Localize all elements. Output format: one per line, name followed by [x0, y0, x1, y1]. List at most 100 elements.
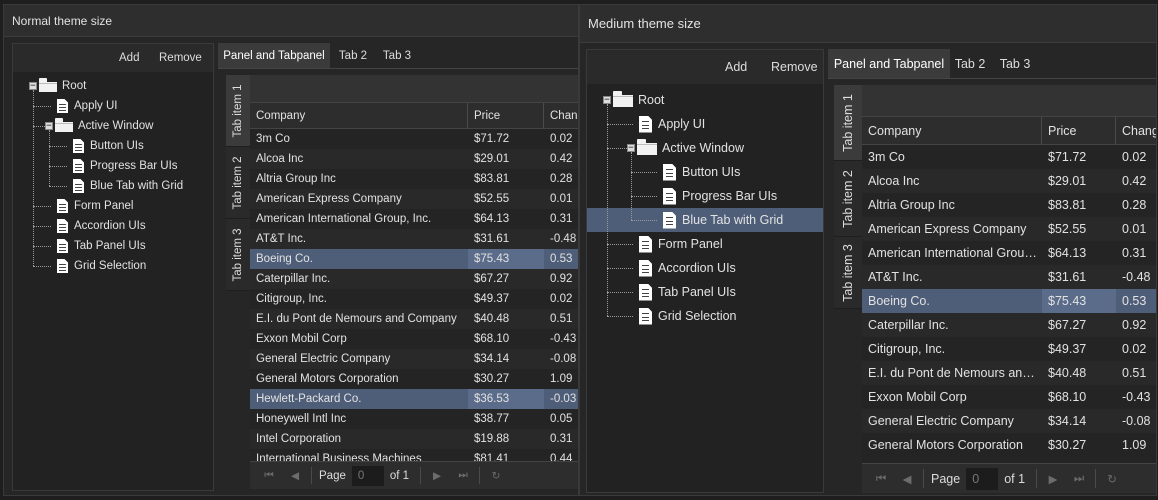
table-cell-price: $83.81: [1048, 198, 1087, 212]
tree-item[interactable]: Tab Panel UIs: [587, 280, 823, 304]
table-row[interactable]: 3m Co $71.72 0.02: [250, 129, 578, 149]
tree-item[interactable]: Tab Panel UIs: [13, 236, 213, 256]
next-page-icon[interactable]: ▶: [1040, 472, 1066, 486]
table-row[interactable]: General Electric Company $34.14 -0.08: [250, 349, 578, 369]
refresh-icon[interactable]: ↻: [1099, 472, 1125, 486]
table-row[interactable]: Intel Corporation $19.88 0.31: [250, 429, 578, 449]
first-page-icon[interactable]: ⏮: [868, 471, 894, 486]
table-row[interactable]: E.I. du Pont de Nemours and Company $40.4…: [862, 361, 1156, 385]
vertical-tab-2[interactable]: Tab item 2: [834, 161, 862, 237]
table-cell-price: $52.55: [1048, 222, 1087, 236]
tree-item[interactable]: Button UIs: [587, 160, 823, 184]
tab-strip: Panel and Tabpanel Tab 2 Tab 3: [218, 43, 578, 69]
refresh-icon[interactable]: ↻: [483, 470, 509, 482]
column-header-company[interactable]: Company: [862, 117, 1042, 144]
tab-panel-and-tabpanel[interactable]: Panel and Tabpanel: [218, 43, 330, 68]
tree-item[interactable]: Progress Bar UIs: [587, 184, 823, 208]
table-row[interactable]: American Express Company $52.55 0.01: [250, 189, 578, 209]
tree-collapse-toggle[interactable]: −: [627, 144, 635, 153]
table-row[interactable]: AT&T Inc. $31.61 -0.48: [862, 265, 1156, 289]
tree-item[interactable]: Grid Selection: [587, 304, 823, 328]
next-page-icon[interactable]: ▶: [424, 470, 450, 482]
pager-separator: [923, 469, 924, 488]
add-button[interactable]: Add: [725, 50, 747, 84]
tree-item[interactable]: Blue Tab with Grid: [13, 176, 213, 196]
tab-panel-and-tabpanel[interactable]: Panel and Tabpanel: [828, 49, 950, 78]
tree-collapse-toggle[interactable]: −: [603, 96, 611, 105]
column-header-change[interactable]: Change: [544, 103, 578, 128]
table-row[interactable]: Boeing Co. $75.43 0.53: [862, 289, 1156, 313]
table-cell-price: $31.61: [474, 233, 510, 245]
table-row[interactable]: General Motors Corporation $30.27 1.09: [862, 433, 1156, 457]
table-row[interactable]: E.I. du Pont de Nemours and Company $40.4…: [250, 309, 578, 329]
table-row[interactable]: Citigroup, Inc. $49.37 0.02: [862, 337, 1156, 361]
vertical-tab-2[interactable]: Tab item 2: [226, 147, 250, 219]
document-icon: [663, 211, 676, 229]
tree-item[interactable]: − Root: [587, 88, 823, 112]
vertical-tab-1[interactable]: Tab item 1: [226, 75, 250, 147]
table-row[interactable]: Boeing Co. $75.43 0.53: [250, 249, 578, 269]
table-row[interactable]: Citigroup, Inc. $49.37 0.02: [250, 289, 578, 309]
table-row[interactable]: Alcoa Inc $29.01 0.42: [250, 149, 578, 169]
column-header-change[interactable]: Change: [1116, 117, 1156, 144]
tree-item[interactable]: Accordion UIs: [587, 256, 823, 280]
last-page-icon[interactable]: ⏭: [450, 469, 476, 482]
tab-tab-2[interactable]: Tab 2: [950, 49, 990, 78]
table-row[interactable]: Caterpillar Inc. $67.27 0.92: [862, 313, 1156, 337]
add-button[interactable]: Add: [119, 44, 139, 72]
tab-tab-3[interactable]: Tab 3: [376, 43, 418, 68]
table-row[interactable]: General Electric Company $34.14 -0.08: [862, 409, 1156, 433]
remove-button[interactable]: Remove: [771, 50, 818, 84]
tree-connector: [631, 172, 657, 173]
table-row[interactable]: American International Group, Inc. $64.13…: [250, 209, 578, 229]
page-number-input[interactable]: [351, 465, 384, 486]
table-row[interactable]: Caterpillar Inc. $67.27 0.92: [250, 269, 578, 289]
vertical-tab-1[interactable]: Tab item 1: [834, 85, 862, 161]
prev-page-icon[interactable]: ◀: [894, 472, 920, 486]
tree-item[interactable]: Progress Bar UIs: [13, 156, 213, 176]
tree-item-label: Form Panel: [74, 200, 134, 212]
table-row[interactable]: American Express Company $52.55 0.01: [862, 217, 1156, 241]
vertical-tab-3[interactable]: Tab item 3: [226, 219, 250, 291]
tree-item[interactable]: Grid Selection: [13, 256, 213, 276]
tree-item[interactable]: Form Panel: [13, 196, 213, 216]
table-row[interactable]: AT&T Inc. $31.61 -0.48: [250, 229, 578, 249]
last-page-icon[interactable]: ⏭: [1066, 471, 1092, 486]
tree-view: − Root Apply UI − Active Window Button UIs Pro…: [587, 84, 823, 492]
column-header-price[interactable]: Price: [468, 103, 544, 128]
tree-item[interactable]: Button UIs: [13, 136, 213, 156]
vertical-tab-label: Tab item 3: [232, 227, 244, 282]
table-row[interactable]: Honeywell Intl Inc $38.77 0.05: [250, 409, 578, 429]
column-header-price[interactable]: Price: [1042, 117, 1116, 144]
table-row[interactable]: General Motors Corporation $30.27 1.09: [250, 369, 578, 389]
table-cell-price: $34.14: [474, 353, 510, 365]
tree-item[interactable]: Form Panel: [587, 232, 823, 256]
table-row[interactable]: Hewlett-Packard Co. $36.53 -0.03: [250, 389, 578, 409]
vertical-tab-3[interactable]: Tab item 3: [834, 237, 862, 309]
first-page-icon[interactable]: ⏮: [256, 469, 282, 482]
table-row[interactable]: Exxon Mobil Corp $68.10 -0.43: [862, 385, 1156, 409]
page-number-input[interactable]: [966, 467, 999, 490]
tree-item[interactable]: − Active Window: [13, 116, 213, 136]
table-row[interactable]: Exxon Mobil Corp $68.10 -0.43: [250, 329, 578, 349]
tab-tab-2[interactable]: Tab 2: [330, 43, 376, 68]
remove-button[interactable]: Remove: [159, 44, 202, 72]
tree-item[interactable]: Blue Tab with Grid: [587, 208, 823, 232]
table-cell-change: 0.92: [1122, 318, 1147, 332]
tree-item[interactable]: − Active Window: [587, 136, 823, 160]
prev-page-icon[interactable]: ◀: [282, 470, 308, 482]
tree-item[interactable]: Apply UI: [13, 96, 213, 116]
table-row[interactable]: American International Group, Inc. $64.13…: [862, 241, 1156, 265]
table-row[interactable]: Alcoa Inc $29.01 0.42: [862, 169, 1156, 193]
tree-collapse-toggle[interactable]: −: [45, 122, 53, 131]
table-cell-company: Altria Group Inc: [256, 173, 336, 185]
tree-item[interactable]: Apply UI: [587, 112, 823, 136]
tab-tab-3[interactable]: Tab 3: [990, 49, 1040, 78]
column-header-company[interactable]: Company: [250, 103, 468, 128]
tree-item[interactable]: Accordion UIs: [13, 216, 213, 236]
table-row[interactable]: Altria Group Inc $83.81 0.28: [250, 169, 578, 189]
table-row[interactable]: 3m Co $71.72 0.02: [862, 145, 1156, 169]
tree-item[interactable]: − Root: [13, 76, 213, 96]
table-row[interactable]: Altria Group Inc $83.81 0.28: [862, 193, 1156, 217]
tree-collapse-toggle[interactable]: −: [29, 82, 37, 91]
